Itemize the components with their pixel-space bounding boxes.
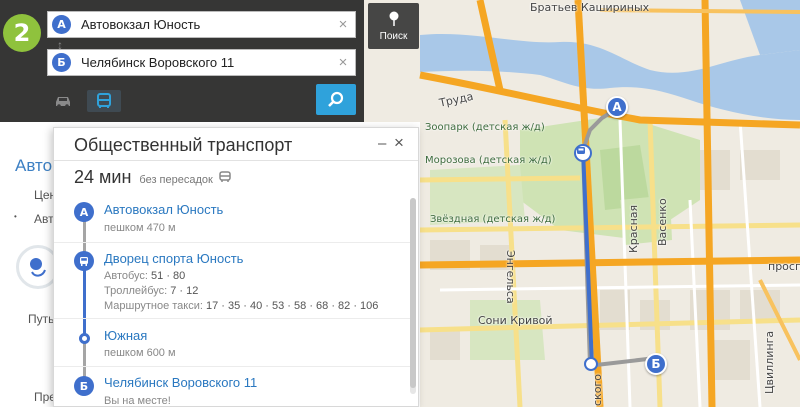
- map-label-soni: Сони Кривой: [478, 314, 553, 327]
- search-icon: [328, 91, 344, 107]
- map-label-krasnaya: Красная: [627, 204, 640, 253]
- map-label-bratiev: Братьев Кашириных: [530, 1, 650, 14]
- close-button[interactable]: ×: [394, 133, 404, 153]
- step-sub: пешком 470 м: [104, 222, 176, 234]
- minibus-lines-value: 17 · 35 · 40 · 53 · 58 · 68 · 82 · 106: [205, 300, 379, 312]
- route-steps: A Автовокзал Юность пешком 470 м Дворец …: [54, 194, 410, 407]
- route-transfers: без пересадок: [139, 174, 213, 186]
- card-header: Общественный транспорт – ×: [54, 128, 418, 161]
- stop-dot-icon: [79, 333, 90, 344]
- bus-lines: Автобус: 51 · 80: [104, 270, 185, 282]
- map-label-engelsa: Энгельса: [504, 250, 517, 304]
- map-label-prospect: просп: [768, 260, 800, 273]
- public-transport-card: Общественный транспорт – × 24 мин без пе…: [53, 127, 419, 407]
- car-mode-button[interactable]: [46, 90, 80, 112]
- step-name[interactable]: Челябинск Воровского 11: [104, 375, 257, 390]
- route-summary[interactable]: 24 мин без пересадок: [74, 167, 231, 188]
- destination-stop-marker[interactable]: [584, 357, 598, 371]
- trolley-lines-value: 7 · 12: [170, 285, 199, 297]
- card-scrollbar[interactable]: [410, 198, 416, 394]
- route-search-panel: 2 A Автовокзал Юность × ↕ Б Челябинск Во…: [0, 0, 364, 122]
- minimize-button[interactable]: –: [378, 135, 386, 152]
- place-line-2: Авт: [34, 212, 54, 226]
- map-label-zvezdnaya: Звёздная (детская ж/д): [430, 214, 556, 225]
- route-from-value[interactable]: Автовокзал Юность: [81, 17, 331, 32]
- route-start-marker[interactable]: A: [606, 96, 628, 118]
- search-route-button[interactable]: [316, 84, 356, 115]
- step-sub: пешком 600 м: [104, 347, 176, 359]
- route-from-field[interactable]: A Автовокзал Юность ×: [47, 11, 356, 38]
- route-to-field[interactable]: Б Челябинск Воровского 11 ×: [47, 49, 356, 76]
- map-label-vasenko: Васенко: [656, 198, 669, 246]
- step-name[interactable]: Дворец спорта Юность: [104, 251, 243, 266]
- top-search-label: Поиск: [379, 30, 408, 42]
- trolley-lines: Троллейбус: 7 · 12: [104, 285, 198, 297]
- minibus-lines: Маршрутное такси: 17 · 35 · 40 · 53 · 58…: [104, 300, 378, 312]
- step-name[interactable]: Автовокзал Юность: [104, 202, 223, 217]
- bus-lines-value: 51 · 80: [151, 270, 186, 282]
- app-logo[interactable]: 2: [3, 14, 41, 52]
- clear-to-button[interactable]: ×: [331, 54, 355, 71]
- clear-from-button[interactable]: ×: [331, 16, 355, 33]
- top-search-button[interactable]: Поиск: [368, 3, 419, 49]
- bus-stop-marker[interactable]: [574, 144, 592, 162]
- route-step[interactable]: A Автовокзал Юность пешком 470 м: [54, 194, 410, 242]
- scrollbar-thumb[interactable]: [410, 198, 416, 388]
- minibus-lines-label: Маршрутное такси:: [104, 300, 203, 312]
- bullet: •: [14, 212, 17, 221]
- route-duration: 24 мин: [74, 167, 132, 187]
- bus-lines-label: Автобус:: [104, 270, 148, 282]
- map-label-morozova: Морозова (детская ж/д): [425, 155, 552, 166]
- end-pin-icon: Б: [74, 376, 94, 396]
- route-to-value[interactable]: Челябинск Воровского 11: [81, 55, 331, 70]
- transit-mode-button[interactable]: [87, 90, 121, 112]
- start-pin-icon: A: [74, 202, 94, 222]
- bus-icon: [80, 256, 88, 266]
- map-label-vorovskogo: ского: [591, 374, 604, 406]
- from-pin-icon: A: [52, 15, 71, 34]
- car-icon: [56, 97, 70, 108]
- to-pin-icon: Б: [52, 53, 71, 72]
- card-title: Общественный транспорт: [74, 135, 293, 155]
- map-label-zoopark: Зоопарк (детская ж/д): [425, 122, 545, 133]
- bus-icon: [219, 171, 231, 182]
- step-sub: Вы на месте!: [104, 395, 171, 407]
- bus-icon: [577, 147, 585, 154]
- bus-stop-icon: [74, 251, 94, 271]
- route-icon: [30, 258, 46, 277]
- route-end-marker[interactable]: Б: [645, 353, 667, 375]
- place-line-3: Путь: [28, 312, 55, 326]
- bus-icon: [97, 93, 111, 108]
- map-label-cvillinga: Цвиллинга: [763, 330, 776, 394]
- pin-icon: [389, 11, 398, 26]
- place-title[interactable]: Авто: [15, 156, 52, 176]
- route-step[interactable]: Б Челябинск Воровского 11 Вы на месте!: [54, 366, 410, 407]
- step-name[interactable]: Южная: [104, 328, 147, 343]
- route-step[interactable]: Южная пешком 600 м: [54, 318, 410, 366]
- trolley-lines-label: Троллейбус:: [104, 285, 168, 297]
- route-step[interactable]: Дворец спорта Юность Автобус: 51 · 80 Тр…: [54, 242, 410, 318]
